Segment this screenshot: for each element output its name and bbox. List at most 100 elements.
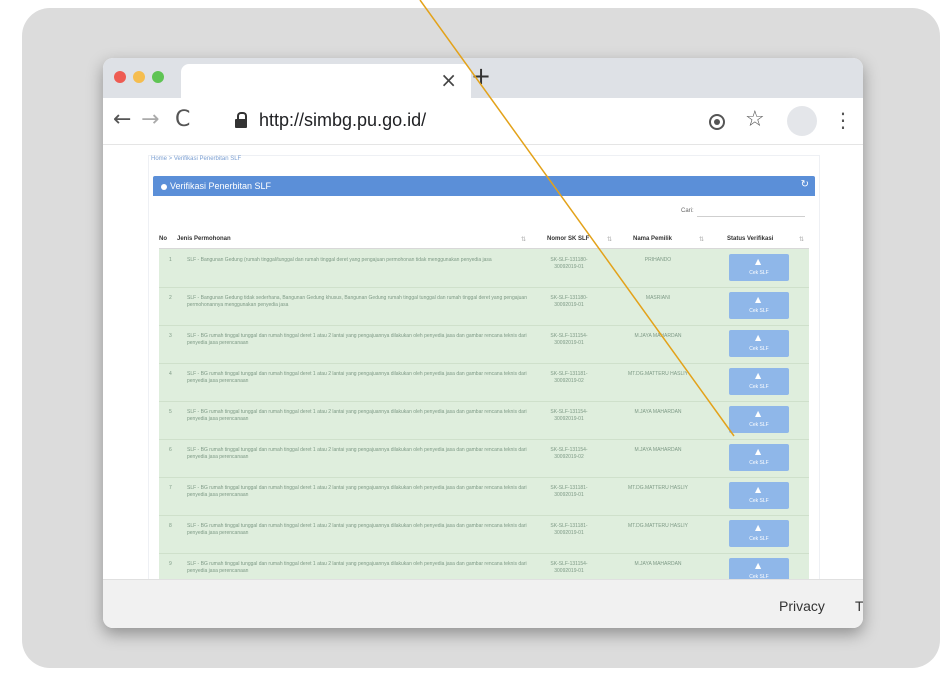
cek-slf-button[interactable]: ▲ Cek SLF: [729, 368, 789, 395]
cek-slf-button[interactable]: ▲ Cek SLF: [729, 520, 789, 547]
cek-slf-label: Cek SLF: [749, 422, 769, 428]
browser-footer: Privacy T: [103, 579, 863, 628]
row-owner: M.JAYA MAHARDAN: [634, 333, 682, 339]
cek-slf-label: Cek SLF: [749, 346, 769, 352]
upload-icon: ▲: [755, 295, 762, 304]
forward-arrow-icon[interactable]: →: [141, 107, 159, 133]
table-row: 6 SLF - BG rumah tinggal tunggal dan rum…: [159, 439, 809, 478]
row-sk: SK-SLF-131154-30092019-02: [550, 447, 588, 460]
cek-slf-button[interactable]: ▲ Cek SLF: [729, 330, 789, 357]
row-sk: SK-SLF-131181-30092019-01: [550, 523, 588, 536]
table-row: 8 SLF - BG rumah tinggal tunggal dan rum…: [159, 515, 809, 554]
column-header-jenis[interactable]: Jenis Permohonan: [177, 236, 231, 242]
location-icon[interactable]: [709, 114, 725, 130]
search-input[interactable]: [697, 203, 805, 217]
new-tab-button[interactable]: +: [471, 64, 491, 88]
bookmark-star-icon[interactable]: ☆: [745, 107, 765, 133]
row-sk: SK-SLF-131180-30092019-01: [550, 295, 588, 308]
privacy-link[interactable]: Privacy: [779, 598, 825, 614]
cek-slf-button[interactable]: ▲ Cek SLF: [729, 406, 789, 433]
upload-icon: ▲: [755, 371, 762, 380]
maximize-window-button[interactable]: [152, 71, 164, 83]
row-number: 3: [169, 333, 172, 339]
table-row: 7 SLF - BG rumah tinggal tunggal dan rum…: [159, 477, 809, 516]
column-header-sk[interactable]: Nomor SK SLF: [547, 236, 589, 242]
row-jenis: SLF - BG rumah tinggal tunggal dan rumah…: [187, 333, 527, 346]
address-bar[interactable]: http://simbg.pu.go.id/: [259, 110, 426, 131]
table-row: 1 SLF - Bangunan Gedung (rumah tinggal/t…: [159, 249, 809, 288]
row-sk: SK-SLF-131154-30092019-01: [550, 561, 588, 574]
row-jenis: SLF - Bangunan Gedung tidak sederhana, B…: [187, 295, 527, 308]
reload-icon[interactable]: C: [175, 107, 190, 133]
sort-icon[interactable]: ⇅: [799, 236, 804, 243]
row-number: 1: [169, 257, 172, 263]
row-owner: MASRIANI: [645, 295, 671, 301]
back-arrow-icon[interactable]: ←: [113, 107, 131, 133]
column-header-owner[interactable]: Nama Pemilik: [633, 236, 672, 242]
row-jenis: SLF - BG rumah tinggal tunggal dan rumah…: [187, 371, 527, 384]
verification-page: Home > Verifikasi Penerbitan SLF Verifik…: [148, 155, 820, 579]
table-row: 3 SLF - BG rumah tinggal tunggal dan rum…: [159, 325, 809, 364]
upload-icon: ▲: [755, 561, 762, 570]
column-header-no[interactable]: No: [159, 236, 167, 242]
row-jenis: SLF - BG rumah tinggal tunggal dan rumah…: [187, 561, 527, 574]
row-sk: SK-SLF-131154-30092019-01: [550, 409, 588, 422]
cek-slf-button[interactable]: ▲ Cek SLF: [729, 482, 789, 509]
refresh-icon[interactable]: ↻: [801, 179, 809, 190]
cek-slf-button[interactable]: ▲ Cek SLF: [729, 444, 789, 471]
row-sk: SK-SLF-131181-30092019-01: [550, 485, 588, 498]
minimize-window-button[interactable]: [133, 71, 145, 83]
cek-slf-label: Cek SLF: [749, 460, 769, 466]
table-row: 2 SLF - Bangunan Gedung tidak sederhana,…: [159, 287, 809, 326]
row-jenis: SLF - BG rumah tinggal tunggal dan rumah…: [187, 485, 527, 498]
cek-slf-button[interactable]: ▲ Cek SLF: [729, 558, 789, 579]
row-owner: M.JAYA MAHARDAN: [634, 447, 682, 453]
table-row: 5 SLF - BG rumah tinggal tunggal dan rum…: [159, 401, 809, 440]
row-number: 9: [169, 561, 172, 567]
row-owner: M.JAYA MAHARDAN: [634, 561, 682, 567]
table-body: 1 SLF - Bangunan Gedung (rumah tinggal/t…: [159, 249, 809, 579]
cek-slf-label: Cek SLF: [749, 270, 769, 276]
lock-icon: [235, 112, 247, 128]
row-owner: PRIHANDO: [644, 257, 672, 263]
upload-icon: ▲: [755, 485, 762, 494]
upload-icon: ▲: [755, 523, 762, 532]
row-owner: M.JAYA MAHARDAN: [634, 409, 682, 415]
sort-icon[interactable]: ⇅: [521, 236, 526, 243]
row-jenis: SLF - BG rumah tinggal tunggal dan rumah…: [187, 523, 527, 536]
sort-icon[interactable]: ⇅: [607, 236, 612, 243]
row-number: 2: [169, 295, 172, 301]
cek-slf-label: Cek SLF: [749, 536, 769, 542]
row-number: 5: [169, 409, 172, 415]
row-number: 8: [169, 523, 172, 529]
browser-window: × + ← → C http://simbg.pu.go.id/ ☆ ⋮ Hom…: [103, 58, 863, 628]
row-owner: MT.DG.MATTERU HASLIY: [628, 371, 688, 377]
row-sk: SK-SLF-131180-30092019-01: [550, 257, 588, 270]
browser-toolbar: ← → C http://simbg.pu.go.id/ ☆ ⋮: [103, 98, 863, 145]
row-sk: SK-SLF-131154-30092019-01: [550, 333, 588, 346]
column-header-status[interactable]: Status Verifikasi: [727, 236, 773, 242]
cek-slf-button[interactable]: ▲ Cek SLF: [729, 254, 789, 281]
row-number: 6: [169, 447, 172, 453]
table-header: No Jenis Permohonan ⇅ Nomor SK SLF ⇅ Nam…: [159, 232, 809, 249]
active-tab[interactable]: ×: [181, 64, 471, 98]
tab-close-icon[interactable]: ×: [440, 70, 457, 90]
row-owner: MT.DG.MATTERU HASLIY: [628, 485, 688, 491]
row-jenis: SLF - BG rumah tinggal tunggal dan rumah…: [187, 447, 527, 460]
close-window-button[interactable]: [114, 71, 126, 83]
row-owner: MT.DG.MATTERU HASLIY: [628, 523, 688, 529]
row-number: 7: [169, 485, 172, 491]
more-menu-icon[interactable]: ⋮: [833, 107, 853, 133]
breadcrumb[interactable]: Home > Verifikasi Penerbitan SLF: [151, 156, 241, 162]
sort-icon[interactable]: ⇅: [699, 236, 704, 243]
cek-slf-label: Cek SLF: [749, 308, 769, 314]
row-jenis: SLF - BG rumah tinggal tunggal dan rumah…: [187, 409, 527, 422]
table-row: 4 SLF - BG rumah tinggal tunggal dan rum…: [159, 363, 809, 402]
profile-avatar[interactable]: [787, 106, 817, 136]
page-content: Home > Verifikasi Penerbitan SLF Verifik…: [103, 145, 863, 579]
cek-slf-label: Cek SLF: [749, 498, 769, 504]
cek-slf-button[interactable]: ▲ Cek SLF: [729, 292, 789, 319]
table-row: 9 SLF - BG rumah tinggal tunggal dan rum…: [159, 553, 809, 579]
upload-icon: ▲: [755, 333, 762, 342]
terms-link[interactable]: T: [855, 598, 863, 614]
